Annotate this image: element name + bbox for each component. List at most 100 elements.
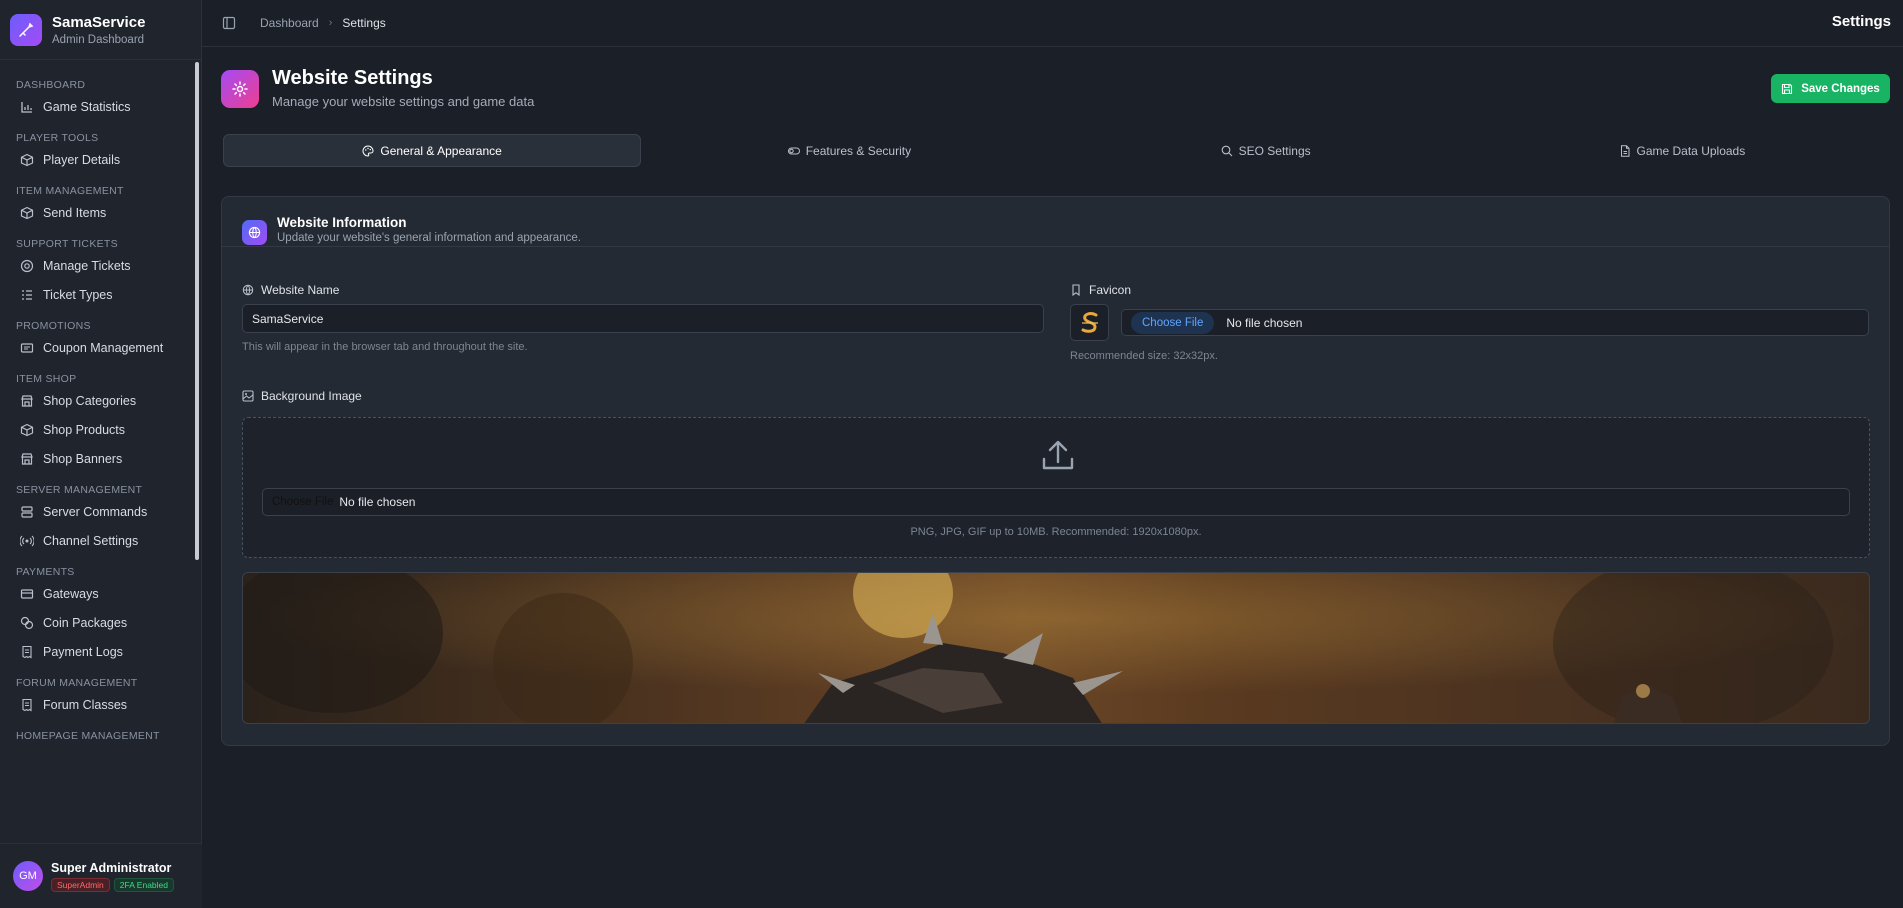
settings-tabs: General & Appearance Features & Security… [221,132,1890,169]
save-button[interactable]: Save Changes [1771,74,1890,103]
background-file-status: No file chosen [339,495,416,509]
cube-icon [20,206,34,219]
nav-section-payments: PAYMENTS [16,566,75,578]
topbar: Dashboard › Settings Settings [202,0,1903,47]
sidebar-scrollbar[interactable] [195,62,199,560]
cube-icon [20,423,34,436]
tab-label: General & Appearance [380,143,502,158]
sidebar-item-label: Gateways [43,586,99,601]
favicon-file-input[interactable]: Choose File No file chosen [1121,309,1869,336]
website-name-value: SamaService [252,311,324,326]
coins-icon [20,616,34,629]
sidebar-item-payment-logs[interactable]: Payment Logs [0,637,194,666]
sidebar-item-label: Coin Packages [43,615,128,630]
sidebar-item-coin-packages[interactable]: Coin Packages [0,608,194,637]
save-button-label: Save Changes [1801,82,1880,95]
card-title: Website Information [277,215,407,230]
nav-section-dashboard: DASHBOARD [16,79,86,91]
tab-features-security[interactable]: Features & Security [641,134,1057,167]
credit-card-icon [20,588,34,599]
sidebar-item-shop-banners[interactable]: Shop Banners [0,444,194,473]
website-name-input[interactable]: SamaService [242,304,1044,333]
image-icon [242,390,254,402]
sidebar-item-ticket-types[interactable]: Ticket Types [0,280,194,309]
card-subtitle: Update your website's general informatio… [277,232,581,244]
brand[interactable]: SamaService Admin Dashboard [0,0,201,60]
tfa-badge: 2FA Enabled [113,877,174,892]
sidebar: SamaService Admin Dashboard DASHBOARD Ga… [0,0,202,908]
nav-section-support-tickets: SUPPORT TICKETS [16,238,118,250]
user-profile[interactable]: GM Super Administrator SuperAdmin 2FA En… [0,843,202,908]
user-name: Super Administrator [51,860,172,875]
sidebar-item-label: Player Details [43,152,121,167]
sidebar-item-label: Shop Products [43,422,125,437]
sword-icon [10,13,42,46]
background-image-preview [242,572,1870,724]
sidebar-item-gateways[interactable]: Gateways [0,579,194,608]
tab-game-data-uploads[interactable]: Game Data Uploads [1474,134,1890,167]
background-file-input[interactable]: Choose File No file chosen [262,488,1850,516]
background-dropzone[interactable]: Choose File No file chosen PNG, JPG, GIF… [242,417,1870,558]
website-name-label: Website Name [242,283,339,297]
help-circle-icon [20,259,34,272]
save-icon [1782,83,1793,94]
background-hint: PNG, JPG, GIF up to 10MB. Recommended: 1… [910,526,1202,538]
background-choose-file-button[interactable]: Choose File [263,491,335,513]
store-icon [21,452,33,465]
tab-seo-settings[interactable]: SEO Settings [1058,134,1474,167]
receipt-icon [22,645,32,659]
favicon-preview [1070,304,1109,341]
sidebar-item-label: Channel Settings [43,533,139,548]
tab-general-appearance[interactable]: General & Appearance [223,134,642,167]
background-artwork [243,573,1869,723]
card-header: Website Information Update your website'… [222,197,1889,247]
favicon-image [1081,311,1098,333]
sidebar-item-server-commands[interactable]: Server Commands [0,497,194,526]
sidebar-toggle-icon[interactable] [222,16,236,30]
sidebar-item-send-items[interactable]: Send Items [0,198,194,227]
sidebar-nav: DASHBOARD Game Statistics PLAYER TOOLS P… [0,60,194,840]
favicon-file-status: No file chosen [1226,315,1303,330]
sidebar-item-label: Send Items [43,205,107,220]
label-text: Background Image [261,389,362,403]
sidebar-item-player-details[interactable]: Player Details [0,145,194,174]
page-title: Website Settings [272,67,433,89]
sidebar-item-label: Game Statistics [43,99,131,114]
tab-label: Game Data Uploads [1636,143,1746,158]
sidebar-item-game-statistics[interactable]: Game Statistics [0,92,194,121]
favicon-hint: Recommended size: 32x32px. [1070,350,1218,362]
list-icon [22,289,32,300]
sidebar-item-shop-products[interactable]: Shop Products [0,415,194,444]
file-icon [1620,144,1629,157]
radio-icon [20,535,34,546]
nav-section-forum-management: FORUM MANAGEMENT [16,677,138,689]
sidebar-item-label: Manage Tickets [43,258,131,273]
sidebar-item-label: Forum Classes [43,697,128,712]
breadcrumb-dashboard[interactable]: Dashboard [260,16,319,30]
sidebar-item-label: Payment Logs [43,644,123,659]
ticket-icon [20,342,34,353]
sidebar-item-coupon-management[interactable]: Coupon Management [0,333,194,362]
sidebar-item-label: Ticket Types [43,287,113,302]
role-badge: SuperAdmin [51,877,110,892]
search-icon [1221,145,1232,156]
cube-icon [20,153,34,166]
receipt-icon [22,698,32,712]
sidebar-item-label: Shop Categories [43,393,137,408]
page-subtitle: Manage your website settings and game da… [272,94,535,109]
sidebar-item-label: Server Commands [43,504,148,519]
sidebar-item-label: Shop Banners [43,451,123,466]
bookmark-icon [1072,284,1080,296]
palette-icon [362,144,374,157]
website-name-hint: This will appear in the browser tab and … [242,341,528,353]
nav-section-item-shop: ITEM SHOP [16,373,77,385]
sidebar-item-forum-classes[interactable]: Forum Classes [0,690,194,719]
chevron-right-icon: › [328,17,333,29]
nav-section-server-management: SERVER MANAGEMENT [16,484,143,496]
avatar: GM [13,861,43,891]
sidebar-item-shop-categories[interactable]: Shop Categories [0,386,194,415]
app-name: SamaService [52,13,146,31]
sidebar-item-manage-tickets[interactable]: Manage Tickets [0,251,194,280]
sidebar-item-channel-settings[interactable]: Channel Settings [0,526,194,555]
favicon-choose-file-button[interactable]: Choose File [1131,311,1215,334]
